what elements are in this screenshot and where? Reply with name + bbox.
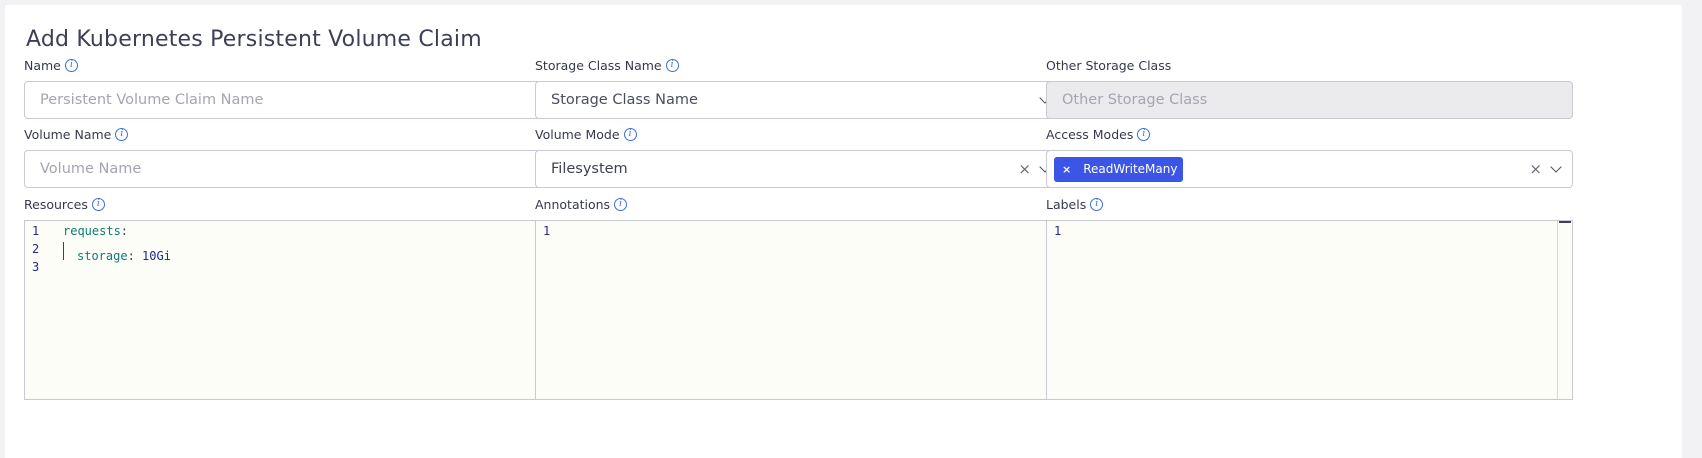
info-icon[interactable]: i [1090, 197, 1104, 211]
clear-icon[interactable]: × [1018, 160, 1031, 178]
yaml-separator: : [127, 249, 143, 263]
code-line: 1 [536, 224, 574, 242]
line-number: 1 [543, 224, 551, 238]
volume-mode-select[interactable]: Filesystem × [535, 150, 1062, 188]
volume-name-field: Volume Name i Volume Name [24, 125, 551, 188]
yaml-value: 10Gi [142, 249, 171, 263]
annotations-label-row: Annotations i [535, 195, 1062, 213]
other-storage-class-field: Other Storage Class Other Storage Class [1046, 56, 1573, 119]
volume-name-placeholder: Volume Name [40, 161, 142, 177]
access-modes-label-row: Access Modes i [1046, 125, 1573, 143]
labels-label: Labels [1046, 196, 1087, 212]
code-line: 1 [1047, 224, 1085, 242]
info-icon[interactable]: i [115, 127, 129, 141]
info-icon[interactable]: i [1137, 127, 1151, 141]
page-container: Add Kubernetes Persistent Volume Claim N… [5, 5, 1682, 458]
storage-class-name-label-row: Storage Class Name i [535, 56, 1062, 74]
labels-code-editor[interactable]: 1 [1046, 220, 1573, 400]
name-label-row: Name i [24, 56, 551, 74]
tag-remove-icon[interactable]: × [1062, 163, 1071, 176]
annotations-label: Annotations [535, 196, 611, 212]
storage-class-name-placeholder: Storage Class Name [551, 92, 698, 108]
editor-scrollbar[interactable] [1557, 221, 1572, 399]
name-label: Name [24, 57, 61, 73]
labels-label-row: Labels i [1046, 195, 1573, 213]
info-icon[interactable]: i [64, 58, 78, 72]
volume-name-label: Volume Name [24, 126, 112, 142]
clear-icon[interactable]: × [1529, 160, 1542, 178]
info-icon[interactable]: i [623, 127, 637, 141]
resources-label: Resources [24, 196, 88, 212]
name-input[interactable]: Persistent Volume Claim Name [24, 81, 551, 119]
access-mode-tag-label: ReadWriteMany [1083, 162, 1178, 176]
info-icon[interactable]: i [665, 58, 679, 72]
annotations-code-editor[interactable]: 1 [535, 220, 1062, 400]
labels-field: Labels i 1 [1046, 195, 1573, 400]
volume-mode-field: Volume Mode i Filesystem × [535, 125, 1062, 188]
volume-name-input[interactable]: Volume Name [24, 150, 551, 188]
access-modes-select[interactable]: × ReadWriteMany × [1046, 150, 1573, 188]
code-line: 2 storage: 10Gi [25, 242, 171, 263]
code-text: storage: 10Gi [63, 242, 171, 263]
volume-mode-value: Filesystem [551, 161, 628, 177]
storage-class-name-select[interactable]: Storage Class Name [535, 81, 1062, 119]
code-text: requests: [63, 224, 128, 242]
indent-guide [63, 242, 77, 260]
resources-label-row: Resources i [24, 195, 551, 213]
name-field: Name i Persistent Volume Claim Name [24, 56, 551, 119]
yaml-key: storage [77, 249, 128, 263]
access-modes-field: Access Modes i × ReadWriteMany × [1046, 125, 1573, 188]
name-placeholder: Persistent Volume Claim Name [40, 92, 264, 108]
resources-field: Resources i 1 requests: 2 storage: 10Gi … [24, 195, 551, 400]
volume-mode-label: Volume Mode [535, 126, 620, 142]
info-icon[interactable]: i [614, 197, 628, 211]
yaml-separator: : [120, 224, 129, 238]
access-modes-label: Access Modes [1046, 126, 1134, 142]
access-mode-tag: × ReadWriteMany [1054, 156, 1184, 182]
volume-name-label-row: Volume Name i [24, 125, 551, 143]
chevron-down-icon[interactable] [1550, 161, 1562, 173]
info-icon[interactable]: i [91, 197, 105, 211]
resources-code-editor[interactable]: 1 requests: 2 storage: 10Gi 3 [24, 220, 551, 400]
storage-class-name-field: Storage Class Name i Storage Class Name [535, 56, 1062, 119]
other-storage-class-input: Other Storage Class [1046, 81, 1573, 119]
yaml-key: requests [63, 224, 121, 238]
page-title: Add Kubernetes Persistent Volume Claim [26, 27, 482, 52]
line-number: 2 [32, 242, 40, 256]
select-controls: × [1529, 151, 1562, 187]
code-line: 3 [25, 260, 63, 278]
annotations-field: Annotations i 1 [535, 195, 1062, 400]
line-number: 1 [1054, 224, 1062, 238]
code-line: 1 requests: [25, 224, 128, 242]
other-storage-class-label: Other Storage Class [1046, 57, 1172, 73]
select-controls: × [1018, 151, 1051, 187]
line-number: 3 [32, 260, 40, 274]
line-number: 1 [32, 224, 40, 238]
storage-class-name-label: Storage Class Name [535, 57, 662, 73]
volume-mode-label-row: Volume Mode i [535, 125, 1062, 143]
other-storage-class-label-row: Other Storage Class [1046, 56, 1573, 74]
other-storage-class-placeholder: Other Storage Class [1062, 92, 1208, 108]
